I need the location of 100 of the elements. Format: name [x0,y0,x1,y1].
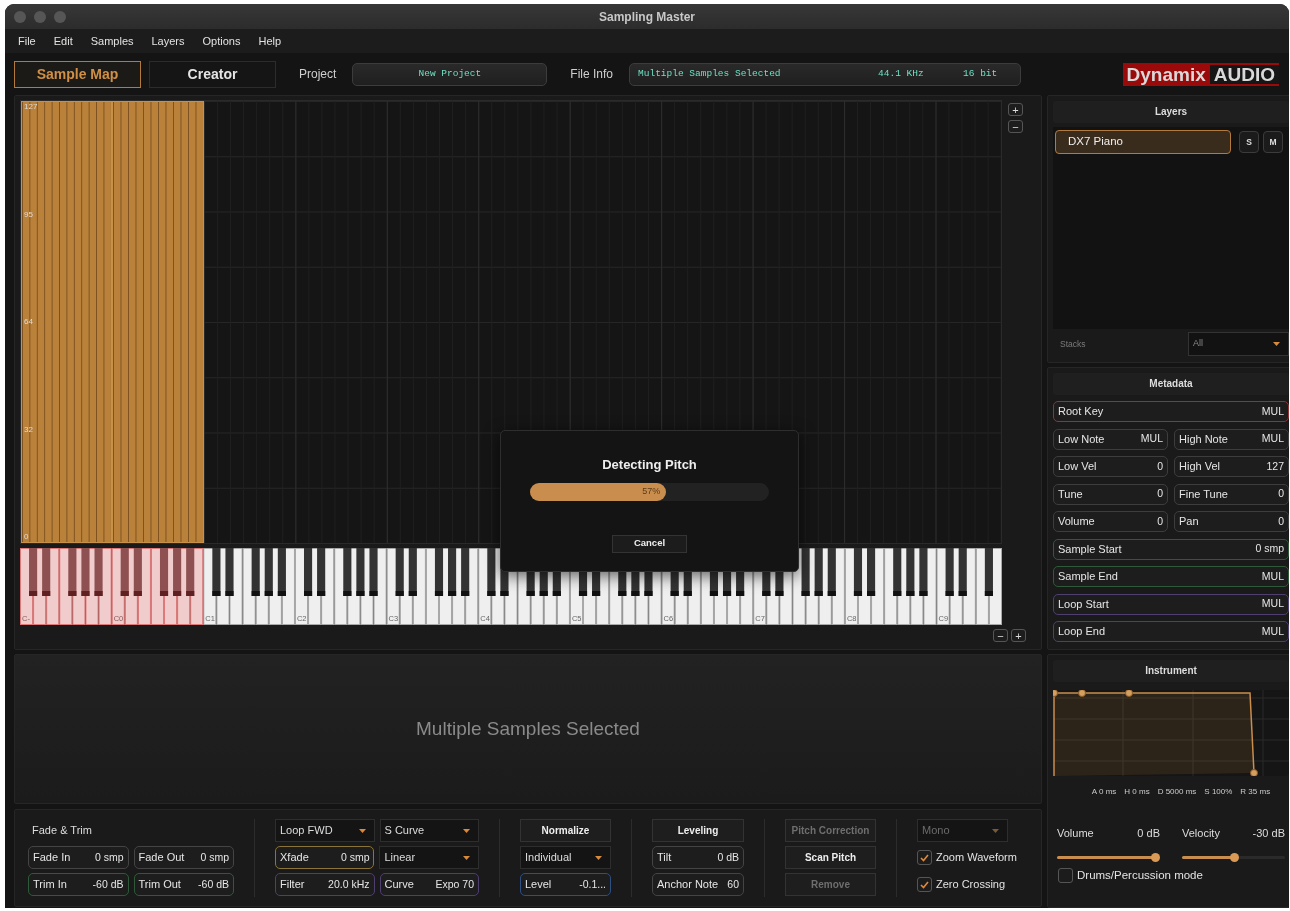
dropdown[interactable]: Linear [379,846,479,869]
value-field[interactable]: Xfade 0 smp [275,846,375,869]
field-label: Loop Start [1058,596,1109,612]
slider-track[interactable] [1182,855,1285,859]
value-field[interactable]: High Note MUL [1174,428,1289,450]
field-label: Fade Out [138,850,185,866]
value-field[interactable]: Loop Start MUL [1053,593,1289,615]
logo-word: Dynamix [1122,62,1210,86]
layer-item[interactable]: DX7 Piano [1055,130,1231,154]
value-field[interactable]: Low Vel 0 [1053,456,1168,477]
checkbox[interactable] [917,850,932,865]
value-field[interactable]: Level -0.1... [520,873,611,896]
zoom-button[interactable]: − [993,629,1008,642]
value-field[interactable]: Volume 0 [1053,511,1168,532]
slider-label: Velocity [1182,826,1220,841]
bit-depth: 16 bit [963,66,998,81]
action-button[interactable]: Normalize [520,819,611,842]
field-label: Curve [384,877,414,893]
value-field[interactable]: Low Note MUL [1053,428,1168,450]
field-value: 0 [1157,513,1163,529]
value-field[interactable]: Fade In 0 smp [28,846,129,869]
value-field[interactable]: Fade Out 0 smp [133,846,234,869]
value-field[interactable]: Trim Out -60 dB [133,873,234,896]
value-field[interactable]: Trim In -60 dB [28,873,129,896]
caret-icon [992,828,999,833]
field-value: Expo 70 [435,876,474,892]
cancel-button[interactable]: Cancel [612,534,687,553]
value-field[interactable]: Anchor Note 60 [652,873,744,896]
mute-button[interactable]: M [1263,131,1283,153]
field-value: 0 dB [717,849,739,865]
value-field[interactable]: Tilt 0 dB [652,846,744,869]
menu-item[interactable]: Help [253,32,295,50]
checkbox[interactable] [1058,867,1073,883]
action-button[interactable]: Leveling [652,819,744,842]
caret-icon [1273,342,1280,346]
checkbox-label: Zero Crossing [936,877,1006,893]
sample-rate: 44.1 KHz [878,66,925,81]
field-value: MUL [1261,431,1284,447]
value-field[interactable]: Tune 0 [1053,483,1168,505]
menu-item[interactable]: File [13,32,49,50]
solo-button[interactable]: S [1239,131,1259,153]
sample-zone[interactable] [21,101,113,543]
piano-keyboard-drawing[interactable] [20,548,1002,625]
field-value: 0 [1278,486,1284,502]
value-field[interactable]: Fine Tune 0 [1174,483,1289,505]
envelope-label: A 0 ms [1091,786,1117,798]
field-value: MUL [1261,596,1284,612]
zoom-button[interactable]: − [1008,120,1023,133]
tab[interactable]: Creator [149,60,276,88]
zoom-button[interactable]: + [1008,103,1023,116]
value-field[interactable]: High Vel 127 [1174,456,1289,477]
field-value: 0 [1157,458,1163,474]
slider-reading: 0 dB [1137,826,1160,841]
value-field[interactable]: Curve Expo 70 [379,873,479,896]
value-field[interactable]: Sample End MUL [1053,566,1289,587]
file-name: Multiple Samples Selected [638,66,782,81]
menu-item[interactable]: Options [197,32,254,50]
menu-item[interactable]: Samples [85,32,147,50]
value-field[interactable]: Pan 0 [1174,511,1289,532]
field-value: MUL [1261,623,1284,639]
dropdown[interactable]: All [1188,332,1289,356]
slider-thumb[interactable] [1151,852,1160,862]
checkmark-icon [920,880,929,889]
panel-header: Metadata [1053,373,1289,395]
project-field[interactable]: New Project [352,62,548,86]
field-label: Tilt [657,850,672,866]
field-label: Fine Tune [1179,486,1228,502]
field-label: Volume [1058,514,1095,530]
envelope-label: S 100% [1204,786,1233,798]
checkbox[interactable] [917,877,932,892]
field-label: Sample Start [1058,541,1122,557]
menu-item[interactable]: Edit [48,32,86,50]
dropdown[interactable]: Loop FWD [275,819,375,842]
velocity-label: 127 [24,101,38,113]
field-label: Level [525,877,552,893]
zoom-button[interactable]: + [1011,629,1026,642]
envelope-label: H 0 ms [1124,786,1150,798]
field-label: Sample End [1058,569,1118,585]
field-label: Anchor Note [657,877,719,893]
field-value: MUL [1261,568,1284,584]
checkmark-icon [920,853,929,862]
field-label: Trim Out [138,877,181,893]
velocity-label: 0 [24,531,29,543]
dropdown[interactable]: Individual [520,846,611,869]
velocity-label: 64 [24,316,33,328]
value-field[interactable]: Loop End MUL [1053,621,1289,642]
field-label: Fade In [33,850,71,866]
action-button[interactable]: Scan Pitch [785,846,876,869]
tab[interactable]: Sample Map [14,60,141,88]
field-value: -60 dB [198,876,229,892]
caret-icon [463,828,470,833]
value-field[interactable]: Root Key MUL [1053,401,1289,422]
slider-thumb[interactable] [1229,852,1239,862]
menu-item[interactable]: Layers [146,32,198,50]
value-field[interactable]: Sample Start 0 smp [1053,538,1289,560]
dropdown[interactable]: S Curve [379,819,479,842]
dialog-title: Detecting Pitch [602,456,697,474]
velocity-label: 32 [24,423,33,436]
envelope-label: R 35 ms [1240,786,1271,798]
value-field[interactable]: Filter 20.0 kHz [275,873,375,896]
